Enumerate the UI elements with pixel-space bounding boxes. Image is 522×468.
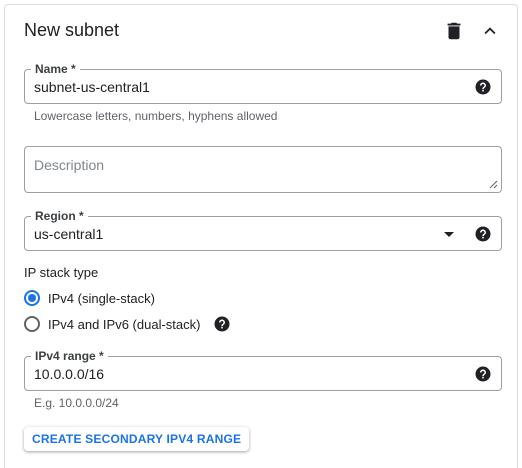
- help-icon[interactable]: [213, 315, 231, 333]
- ipv4-range-field[interactable]: IPv4 range * 10.0.0.0/16: [24, 349, 502, 391]
- resize-grip-icon[interactable]: [489, 180, 498, 189]
- radio-label: IPv4 (single-stack): [48, 290, 155, 306]
- help-icon[interactable]: [474, 78, 492, 96]
- ip-stack-type-label: IP stack type: [24, 265, 99, 280]
- name-field-label: Name *: [31, 62, 80, 76]
- radio-button[interactable]: [24, 316, 40, 332]
- create-secondary-ipv4-range-button[interactable]: CREATE SECONDARY IPV4 RANGE: [24, 427, 250, 451]
- radio-ipv4-ipv6-dual-stack[interactable]: IPv4 and IPv6 (dual-stack): [24, 315, 231, 333]
- description-field[interactable]: Description: [24, 146, 502, 193]
- help-icon[interactable]: [474, 365, 492, 383]
- panel-title: New subnet: [24, 20, 120, 40]
- description-placeholder: Description: [34, 157, 105, 173]
- region-field-label: Region *: [31, 209, 88, 223]
- radio-button[interactable]: [24, 290, 40, 306]
- name-field-value: subnet-us-central1: [34, 79, 150, 95]
- chevron-up-icon[interactable]: [479, 20, 501, 42]
- region-select[interactable]: Region * us-central1: [24, 209, 502, 251]
- ipv4-range-value: 10.0.0.0/16: [34, 366, 105, 382]
- name-field[interactable]: Name * subnet-us-central1: [24, 62, 502, 104]
- radio-label: IPv4 and IPv6 (dual-stack): [48, 316, 201, 332]
- trash-icon[interactable]: [443, 20, 465, 42]
- ipv4-range-label: IPv4 range *: [31, 349, 108, 363]
- radio-ipv4-single-stack[interactable]: IPv4 (single-stack): [24, 289, 155, 307]
- name-field-hint: Lowercase letters, numbers, hyphens allo…: [34, 109, 278, 123]
- region-field-value: us-central1: [34, 226, 104, 242]
- ipv4-range-hint: E.g. 10.0.0.0/24: [34, 396, 119, 410]
- help-icon[interactable]: [474, 225, 492, 243]
- dropdown-arrow-icon[interactable]: [444, 232, 454, 237]
